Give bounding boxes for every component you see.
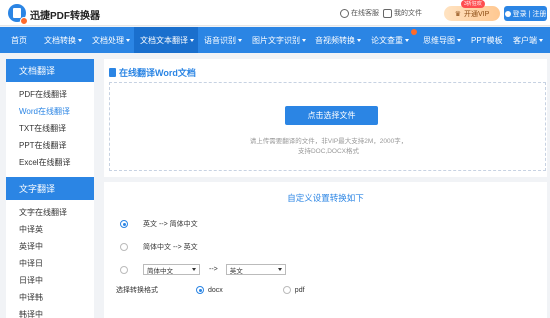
page-title: 在线翻译Word文档 [119, 68, 196, 78]
nav-doc-convert[interactable]: 文档转换 [38, 27, 86, 53]
sidebar-section-doc-translate: 文档翻译 [6, 59, 94, 82]
chevron-down-icon [539, 38, 543, 42]
nav-plagiarism-check[interactable]: 论文查重 [365, 27, 417, 53]
open-vip-button[interactable]: ♛ 开通VIP [444, 6, 500, 21]
chevron-down-icon [238, 38, 242, 42]
sidebar-item-en-zh[interactable]: 英译中 [19, 238, 94, 255]
settings-panel: 自定义设置转换如下 英文 --> 简体中文 简体中文 --> 英文 简体中文 -… [104, 182, 547, 318]
chevron-down-icon [277, 268, 282, 271]
brand-name[interactable]: 迅捷PDF转换器 [30, 7, 100, 22]
chevron-down-icon [192, 268, 196, 271]
upload-hint-line2: 支持DOC,DOCX格式 [297, 148, 360, 155]
sidebar: 文档翻译 PDF在线翻译 Word在线翻译 TXT在线翻译 PPT在线翻译 Ex… [6, 59, 94, 318]
nav-mind-map[interactable]: 思维导图 [417, 27, 465, 53]
format-docx-radio[interactable] [196, 286, 204, 294]
sidebar-item-ppt-translate[interactable]: PPT在线翻译 [19, 137, 94, 154]
option-custom-row[interactable]: 简体中文 --> 英文 [120, 264, 286, 275]
sidebar-item-pdf-translate[interactable]: PDF在线翻译 [19, 86, 94, 103]
customer-service-link[interactable]: 在线客服 [340, 8, 379, 18]
sidebar-item-text-translate[interactable]: 文字在线翻译 [19, 204, 94, 221]
format-docx-label: docx [208, 286, 223, 294]
sidebar-item-ko-zh[interactable]: 韩译中 [19, 306, 94, 318]
source-language-value: 简体中文 [147, 267, 173, 275]
vip-crown-icon: ♛ [454, 10, 461, 18]
customer-service-label: 在线客服 [351, 10, 379, 17]
main-nav: 首页 文档转换 文档处理 文档文本翻译 语音识别 图片文字识别 音视频转换 论文… [0, 27, 550, 53]
sidebar-item-txt-translate[interactable]: TXT在线翻译 [19, 120, 94, 137]
app-logo-icon[interactable] [8, 4, 28, 25]
sidebar-item-zh-en[interactable]: 中译英 [19, 221, 94, 238]
nav-speech-recognition[interactable]: 语音识别 [198, 27, 246, 53]
top-bar: 迅捷PDF转换器 在线客服 我的文件 ♛ 开通VIP 3折狂欢 登录 | 注册 [0, 0, 550, 26]
headset-icon [340, 8, 349, 18]
option-zh-en-label: 简体中文 --> 英文 [143, 244, 198, 251]
vip-promo-badge: 3折狂欢 [461, 0, 485, 8]
chevron-down-icon [126, 38, 130, 42]
settings-title: 自定义设置转换如下 [287, 193, 364, 203]
my-files-link[interactable]: 我的文件 [383, 8, 422, 18]
sidebar-item-zh-ko[interactable]: 中译韩 [19, 289, 94, 306]
nav-client-label: 客户端 [513, 35, 537, 45]
document-icon [109, 68, 116, 77]
nav-doc-process-label: 文档处理 [92, 35, 124, 45]
nav-image-ocr[interactable]: 图片文字识别 [246, 27, 309, 53]
sidebar-section-text-translate: 文字翻译 [6, 177, 94, 200]
option-en-zh-radio[interactable] [120, 220, 128, 228]
option-custom-radio[interactable] [120, 265, 128, 274]
sidebar-item-ja-zh[interactable]: 日译中 [19, 272, 94, 289]
option-en-zh-label: 英文 --> 简体中文 [143, 221, 198, 228]
open-vip-label: 开通VIP [463, 10, 490, 18]
nav-ppt-templates[interactable]: PPT模板 [465, 27, 507, 53]
file-dropzone[interactable]: 点击选择文件 请上传需要翻译的文件，非VIP最大支持2M，2000字， 支持DO… [109, 82, 546, 171]
chevron-down-icon [78, 38, 82, 42]
chevron-down-icon [302, 38, 306, 42]
sidebar-item-word-translate[interactable]: Word在线翻译 [19, 103, 94, 120]
chevron-down-icon [457, 38, 461, 42]
nav-ppt-templates-label: PPT模板 [471, 35, 503, 45]
nav-home-label: 首页 [11, 35, 27, 45]
sidebar-item-zh-ja[interactable]: 中译日 [19, 255, 94, 272]
main-content: 在线翻译Word文档 点击选择文件 请上传需要翻译的文件，非VIP最大支持2M，… [104, 59, 547, 318]
file-icon [383, 8, 392, 18]
nav-plagiarism-check-label: 论文查重 [371, 35, 403, 45]
upload-hint-line1: 请上传需要翻译的文件，非VIP最大支持2M，2000字， [249, 138, 408, 145]
chevron-down-icon [190, 38, 194, 42]
upload-panel: 在线翻译Word文档 点击选择文件 请上传需要翻译的文件，非VIP最大支持2M，… [104, 59, 547, 177]
choose-file-button[interactable]: 点击选择文件 [285, 106, 378, 125]
my-files-label: 我的文件 [394, 10, 422, 17]
chevron-down-icon [357, 38, 361, 42]
nav-client[interactable]: 客户端 [507, 27, 550, 53]
nav-doc-convert-label: 文档转换 [44, 35, 76, 45]
format-label: 选择转换格式 [116, 287, 158, 294]
nav-doc-process[interactable]: 文档处理 [86, 27, 134, 53]
user-icon [504, 10, 511, 17]
option-zh-en-radio[interactable] [120, 243, 128, 251]
target-language-value: 英文 [229, 267, 243, 275]
nav-av-convert-label: 音视频转换 [315, 35, 355, 45]
nav-image-ocr-label: 图片文字识别 [252, 35, 300, 45]
nav-home[interactable]: 首页 [0, 27, 38, 53]
option-zh-en-row[interactable]: 简体中文 --> 英文 [120, 242, 198, 252]
nav-doc-translate-label: 文档文本翻译 [140, 35, 188, 45]
format-pdf-radio[interactable] [282, 286, 291, 294]
chevron-down-icon [405, 38, 409, 42]
nav-doc-translate[interactable]: 文档文本翻译 [134, 27, 198, 53]
format-pdf-label: pdf [294, 286, 305, 294]
login-register-button[interactable]: 登录 | 注册 [504, 6, 547, 21]
nav-av-convert[interactable]: 音视频转换 [309, 27, 365, 53]
direction-arrow: --> [209, 266, 218, 273]
nav-mind-map-label: 思维导图 [423, 35, 455, 45]
page-title-wrap: 在线翻译Word文档 [109, 66, 196, 79]
format-row: 选择转换格式 docx pdf [116, 285, 305, 295]
target-language-select[interactable]: 英文 [225, 264, 286, 275]
nav-speech-recognition-label: 语音识别 [204, 35, 236, 45]
sidebar-item-excel-translate[interactable]: Excel在线翻译 [19, 154, 94, 171]
option-en-zh-row[interactable]: 英文 --> 简体中文 [120, 219, 198, 229]
source-language-select[interactable]: 简体中文 [143, 264, 200, 275]
login-register-label: 登录 | 注册 [512, 10, 547, 18]
